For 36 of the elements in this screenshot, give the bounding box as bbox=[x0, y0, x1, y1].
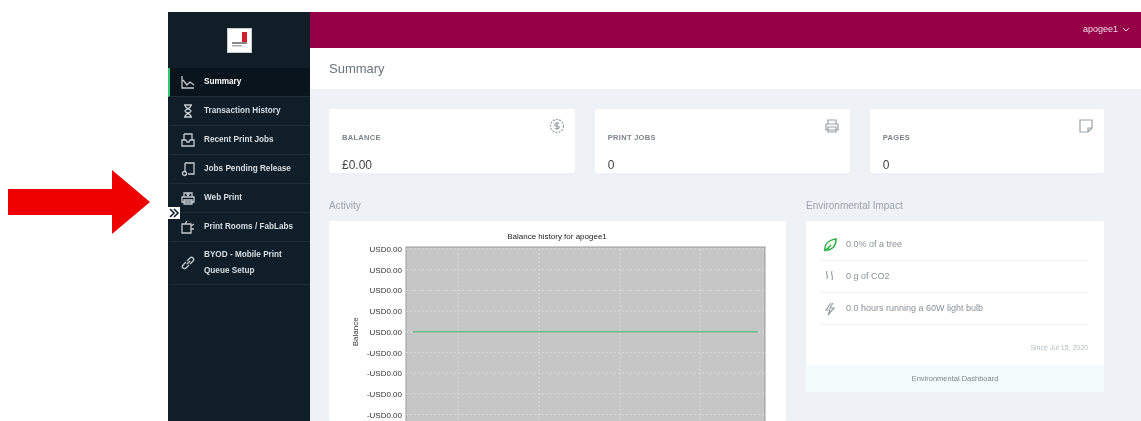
axis-tick-label: -USD0.00 bbox=[366, 348, 402, 358]
document-icon bbox=[180, 161, 196, 177]
chart-title: Balance history for apogee1 bbox=[507, 232, 607, 241]
axis-tick-label: -USD0.00 bbox=[366, 369, 402, 379]
printer-icon bbox=[180, 190, 196, 206]
axis-tick-label: USD0.00 bbox=[369, 265, 402, 275]
section-heading: Environmental Impact bbox=[806, 199, 904, 213]
expand-icon[interactable] bbox=[168, 207, 180, 219]
impact-text: 0 g of CO2 bbox=[846, 269, 890, 283]
leaf-icon bbox=[822, 236, 838, 253]
axis-tick-label: USD0.00 bbox=[369, 245, 402, 254]
axis-title: Balance bbox=[351, 317, 360, 347]
axis-tick-label: USD0.00 bbox=[369, 327, 402, 337]
axis-tick-label: -USD0.00 bbox=[366, 389, 402, 399]
logo-icon bbox=[226, 27, 252, 53]
tray-icon bbox=[180, 132, 196, 148]
axis-tick-label: USD0.00 bbox=[369, 286, 402, 296]
impact-text: 0.0 hours running a 60W light bulb bbox=[846, 301, 984, 315]
stat-value: 0 bbox=[882, 157, 891, 174]
impact-text: 0.0% of a tree bbox=[846, 237, 903, 251]
link-icon bbox=[180, 255, 196, 271]
section-heading: Activity bbox=[329, 199, 362, 213]
chart-icon bbox=[180, 74, 196, 90]
stat-value: £0.00 bbox=[342, 157, 374, 174]
stat-value: 0 bbox=[607, 157, 616, 174]
axis-tick-label: USD0.00 bbox=[369, 307, 402, 317]
printer-icon bbox=[823, 118, 840, 134]
sidebar-item[interactable]: Summary bbox=[168, 68, 310, 97]
room-icon bbox=[180, 219, 196, 235]
note-icon bbox=[1078, 118, 1094, 134]
dollar-icon bbox=[548, 118, 565, 134]
caret-icon bbox=[1122, 27, 1130, 34]
page-title: Summary bbox=[329, 59, 385, 78]
user-menu[interactable]: apogee1 bbox=[1082, 23, 1130, 37]
lightning-icon bbox=[822, 300, 838, 317]
axis-tick-label: -USD0.00 bbox=[366, 410, 402, 420]
